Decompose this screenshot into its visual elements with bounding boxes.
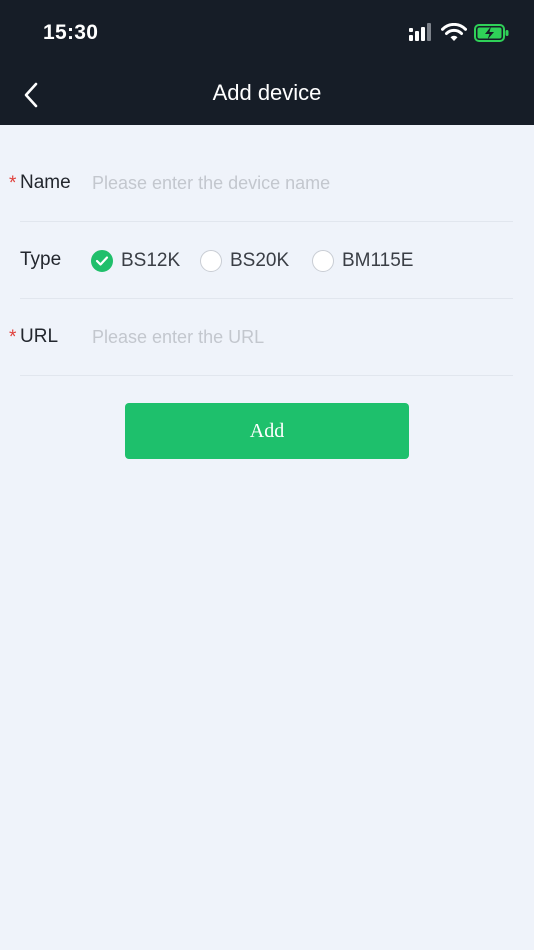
type-option-bs12k[interactable]: BS12K — [91, 247, 180, 275]
type-option-bs20k[interactable]: BS20K — [200, 247, 289, 275]
page-title: Add device — [212, 80, 322, 105]
type-option-label: BM115E — [342, 250, 414, 271]
add-button[interactable]: Add — [125, 403, 409, 459]
url-label: URL — [20, 326, 59, 347]
name-row: * Name — [9, 145, 513, 222]
type-option-label: BS12K — [121, 250, 181, 271]
url-input[interactable] — [90, 321, 504, 353]
type-row: Type BS12K BS20K BM115E — [20, 222, 513, 299]
required-marker: * — [9, 327, 17, 348]
url-row: * URL — [9, 299, 513, 376]
signal-icon — [409, 23, 431, 41]
name-label: Name — [20, 172, 71, 193]
top-bar: 15:30 Add device — [0, 0, 534, 125]
type-option-bm115e[interactable]: BM115E — [312, 247, 413, 275]
device-name-input[interactable] — [90, 167, 504, 199]
type-label: Type — [20, 249, 62, 270]
required-marker: * — [9, 173, 17, 194]
radio-unchecked-icon — [200, 250, 222, 272]
wifi-icon — [441, 23, 467, 41]
type-option-label: BS20K — [230, 250, 290, 271]
status-time: 15:30 — [43, 21, 99, 44]
radio-unchecked-icon — [312, 250, 334, 272]
battery-charging-icon — [474, 24, 509, 42]
radio-checked-icon — [91, 250, 113, 272]
